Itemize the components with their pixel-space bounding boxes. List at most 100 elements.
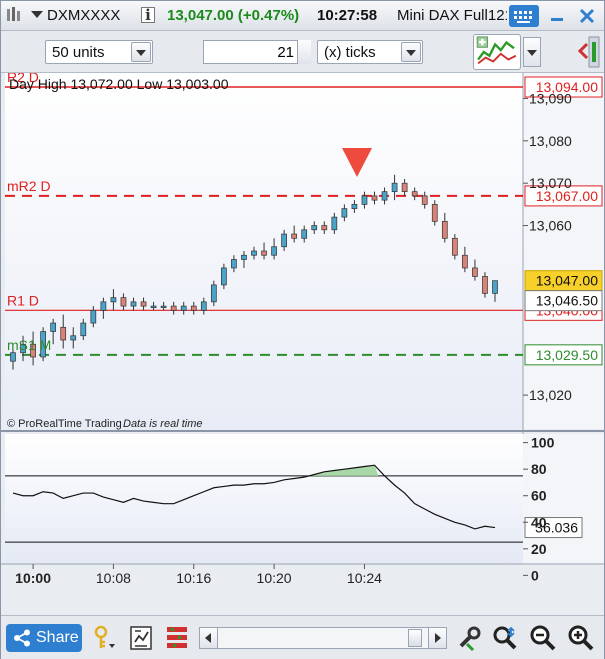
bottom-toolbar: Share bbox=[1, 615, 604, 659]
level-label-2: mS1 M bbox=[7, 337, 51, 353]
candle-body bbox=[251, 250, 257, 256]
units-select[interactable]: 50 units bbox=[45, 40, 153, 64]
symbol-name[interactable]: DXMXXXX bbox=[47, 7, 120, 24]
candle-body bbox=[190, 305, 197, 311]
candle-body bbox=[321, 225, 328, 231]
level-price-label-2: 13,029.50 bbox=[536, 347, 598, 363]
candle-body bbox=[301, 229, 308, 239]
candle-body bbox=[472, 267, 478, 277]
chart-menu-icon[interactable] bbox=[5, 5, 21, 25]
price-tick-label-2: 13,070 bbox=[529, 175, 572, 191]
candle-body bbox=[482, 276, 488, 294]
osc-tick-label-0: 100 bbox=[531, 435, 555, 451]
candle-body bbox=[281, 233, 287, 248]
price-chart[interactable]: 13,094.00mR2 D13,067.00R1 D13,040.00mS1 … bbox=[1, 73, 604, 591]
osc-tick-label-1: 80 bbox=[531, 461, 547, 477]
zoom-out-icon[interactable] bbox=[529, 624, 557, 652]
scroll-right-icon[interactable] bbox=[428, 628, 446, 648]
time-tick-label-3: 10:20 bbox=[257, 570, 292, 586]
candle-body bbox=[401, 182, 408, 193]
candle-body bbox=[210, 284, 217, 303]
indicator-menu-chevron-icon[interactable] bbox=[523, 37, 541, 67]
share-button[interactable]: Share bbox=[6, 624, 82, 652]
time-tick-label-0: 10:00 bbox=[15, 570, 51, 586]
candle-body bbox=[160, 305, 167, 308]
layers-icon[interactable] bbox=[163, 624, 191, 652]
alert-bell-icon[interactable] bbox=[91, 624, 119, 652]
period-number-input[interactable]: 21 bbox=[203, 40, 311, 64]
time-tick-label-2: 10:16 bbox=[176, 570, 211, 586]
candle-body bbox=[341, 208, 348, 218]
time-tick-label-1: 10:08 bbox=[96, 570, 131, 586]
candle-body bbox=[221, 267, 227, 286]
last-close-label: 13,046.50 bbox=[536, 293, 598, 309]
add-indicator-icon[interactable] bbox=[473, 34, 521, 70]
candle-body bbox=[110, 297, 117, 303]
candle-body bbox=[70, 335, 77, 341]
osc-tick-label-2: 60 bbox=[531, 488, 547, 504]
last-price: 13,047.00 (+0.47%) bbox=[167, 7, 300, 24]
osc-tick-label-3: 40 bbox=[531, 514, 547, 530]
candle-body bbox=[431, 204, 438, 222]
ticks-select[interactable]: (x) ticks bbox=[317, 40, 423, 64]
chart-area[interactable]: 13,094.00mR2 D13,067.00R1 D13,040.00mS1 … bbox=[1, 73, 604, 591]
candle-body bbox=[200, 301, 207, 311]
candle-body bbox=[120, 297, 127, 307]
candle-body bbox=[50, 322, 57, 332]
current-price-label: 13,047.00 bbox=[536, 273, 598, 289]
candle-body bbox=[351, 204, 358, 209]
realtime-note: Data is real time bbox=[123, 418, 202, 430]
minimize-icon[interactable] bbox=[547, 6, 567, 26]
candle-body bbox=[60, 326, 67, 341]
time-tick-label-4: 10:24 bbox=[347, 570, 382, 586]
symbol-dropdown-icon[interactable] bbox=[31, 11, 43, 18]
zoom-fit-icon[interactable] bbox=[491, 624, 519, 652]
chevron-down-icon[interactable] bbox=[131, 42, 151, 62]
candle-body bbox=[231, 259, 237, 269]
time-scrollbar[interactable] bbox=[199, 627, 447, 649]
candle-body bbox=[421, 195, 428, 205]
price-tick-label-3: 13,060 bbox=[529, 218, 572, 234]
keyboard-icon[interactable] bbox=[509, 5, 539, 27]
candle-body bbox=[10, 352, 16, 362]
price-tick-label-0: 13,090 bbox=[529, 90, 572, 106]
info-icon[interactable]: i bbox=[141, 7, 155, 23]
osc-tick-label-4: 20 bbox=[531, 541, 547, 557]
share-icon bbox=[14, 629, 30, 647]
ticks-select-value: (x) ticks bbox=[324, 44, 376, 61]
oscillator-panel-bg bbox=[5, 434, 523, 564]
scroll-left-icon[interactable] bbox=[200, 628, 218, 648]
candle-body bbox=[140, 301, 147, 307]
candle-body bbox=[80, 322, 87, 337]
osc-tick-label-5: 0 bbox=[531, 567, 539, 583]
candle-body bbox=[291, 233, 298, 239]
time-axis-bg bbox=[1, 564, 604, 591]
side-panel-icon[interactable] bbox=[577, 34, 601, 70]
candle-body bbox=[371, 195, 378, 201]
candle-body bbox=[271, 246, 277, 256]
chart-list-icon[interactable] bbox=[127, 624, 155, 652]
scroll-thumb[interactable] bbox=[408, 629, 422, 647]
toolbar: 50 units 21 (x) ticks bbox=[1, 31, 604, 73]
day-range-text: Day High 13,072.00 Low 13,003.00 bbox=[9, 76, 229, 92]
candle-body bbox=[381, 191, 388, 201]
spinner-icon[interactable] bbox=[297, 40, 311, 64]
candle-body bbox=[100, 301, 107, 311]
clock-time: 10:27:58 bbox=[317, 7, 378, 24]
chart-window: DXMXXXX i 13,047.00 (+0.47%) 10:27:58 Mi… bbox=[0, 0, 605, 659]
candle-body bbox=[492, 280, 498, 294]
candle-body bbox=[180, 305, 187, 311]
title-bar: DXMXXXX i 13,047.00 (+0.47%) 10:27:58 Mi… bbox=[1, 1, 604, 31]
instrument-name: Mini DAX Full121 bbox=[397, 7, 507, 24]
candle-body bbox=[451, 237, 458, 256]
period-number-value: 21 bbox=[277, 44, 294, 61]
level-label-0: mR2 D bbox=[7, 178, 51, 194]
candle-body bbox=[331, 216, 338, 231]
zoom-in-icon[interactable] bbox=[567, 624, 595, 652]
tools-icon[interactable] bbox=[455, 624, 483, 652]
price-axis-bg bbox=[523, 73, 604, 429]
close-icon[interactable] bbox=[577, 6, 597, 26]
chevron-down-icon[interactable] bbox=[401, 42, 421, 62]
candle-body bbox=[411, 191, 418, 197]
candle-body bbox=[391, 182, 398, 193]
